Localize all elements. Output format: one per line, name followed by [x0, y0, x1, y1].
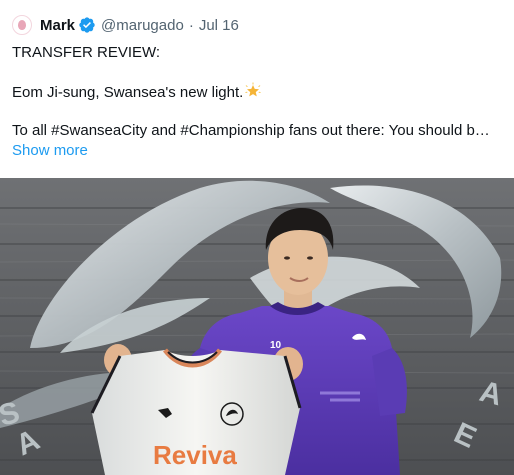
tweet-header: Mark @marugado · Jul 16: [12, 14, 239, 36]
author-name[interactable]: Mark: [40, 17, 75, 34]
author-handle[interactable]: @marugado: [101, 17, 184, 34]
shirt-sponsor-text: Reviva: [153, 440, 237, 470]
separator: ·: [188, 16, 194, 34]
player-photo: S A A E 10 Reviva: [0, 178, 514, 475]
tweet-line-1: TRANSFER REVIEW:: [12, 44, 161, 61]
tweet-date[interactable]: Jul 16: [199, 17, 239, 34]
show-more-link[interactable]: Show more: [12, 141, 88, 161]
tweet-text: TRANSFER REVIEW: Eom Ji-sung, Swansea's …: [12, 43, 504, 161]
star-emoji-icon: [244, 82, 262, 100]
verified-badge-icon: [78, 16, 96, 34]
tweet-media-image[interactable]: S A A E 10 Reviva: [0, 178, 514, 475]
tweet-card[interactable]: Mark @marugado · Jul 16 TRANSFER REVIEW:…: [0, 0, 514, 475]
avatar[interactable]: [12, 15, 32, 35]
tweet-line-2-text: Eom Ji-sung, Swansea's new light.: [12, 84, 244, 101]
tweet-line-2: Eom Ji-sung, Swansea's new light.: [12, 82, 504, 102]
tweet-line-3: To all #SwanseaCity and #Championship fa…: [12, 122, 490, 139]
shirt-number-text: 10: [270, 340, 282, 351]
